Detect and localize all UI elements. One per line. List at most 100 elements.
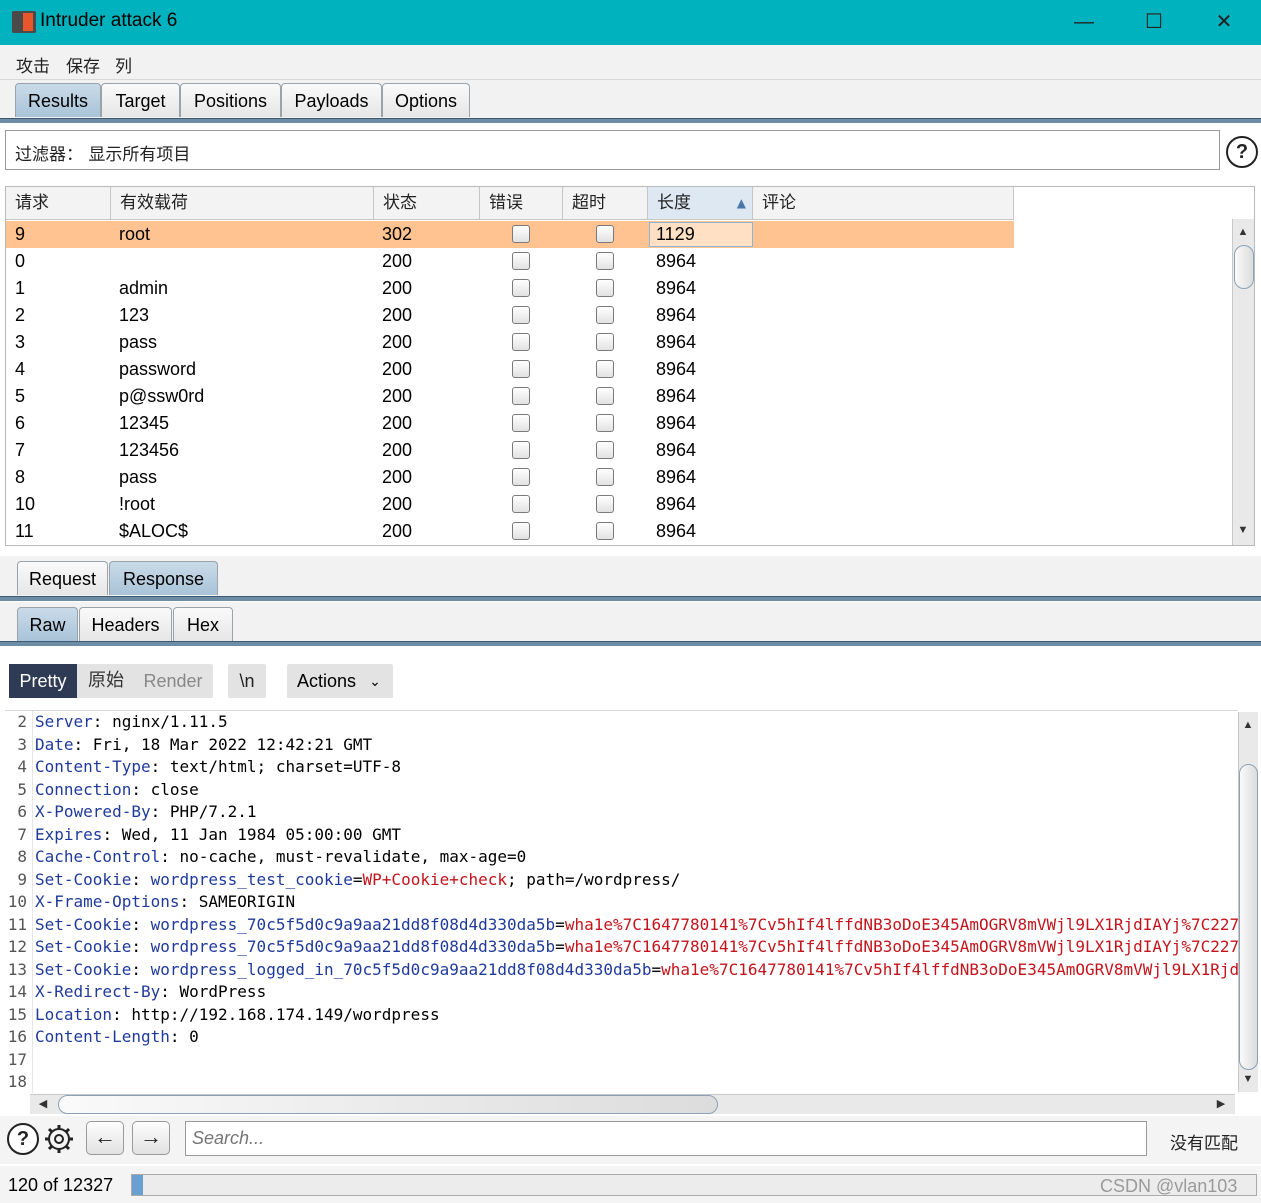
scroll-left-icon[interactable]: ◀ — [34, 1095, 52, 1113]
line-content: Server: nginx/1.11.5 — [35, 711, 228, 733]
newline-button[interactable]: \n — [228, 664, 266, 698]
column-header-payload[interactable]: 有效载荷 — [111, 187, 374, 219]
table-vertical-scrollbar[interactable]: ▲ ▼ — [1232, 219, 1254, 545]
table-row[interactable]: 5 p@ssw0rd 200 8964 — [6, 383, 1014, 410]
editor-scroll-down-icon[interactable]: ▼ — [1239, 1070, 1257, 1088]
header-name: Server — [35, 712, 93, 731]
header-name: Location — [35, 1004, 113, 1024]
timeout-checkbox[interactable] — [596, 414, 614, 432]
scroll-down-icon[interactable]: ▼ — [1234, 521, 1252, 539]
error-checkbox[interactable] — [512, 495, 530, 513]
timeout-checkbox[interactable] — [596, 279, 614, 297]
minimize-button[interactable]: — — [1064, 8, 1104, 38]
help-icon[interactable]: ? — [1226, 136, 1258, 168]
menu-attack[interactable]: 攻击 — [16, 52, 50, 77]
tab-options[interactable]: Options — [382, 83, 470, 117]
timeout-checkbox[interactable] — [596, 225, 614, 243]
timeout-checkbox[interactable] — [596, 306, 614, 324]
menu-save[interactable]: 保存 — [66, 52, 100, 77]
column-header-timeout[interactable]: 超时 — [563, 187, 648, 219]
timeout-checkbox[interactable] — [596, 387, 614, 405]
cookie-name: wordpress_test_cookie — [150, 869, 353, 889]
error-checkbox[interactable] — [512, 441, 530, 459]
column-header-request[interactable]: 请求 — [6, 187, 111, 219]
scroll-up-icon[interactable]: ▲ — [1234, 223, 1252, 241]
column-header-status[interactable]: 状态 — [374, 187, 480, 219]
tab-hex[interactable]: Hex — [173, 607, 233, 641]
search-field[interactable] — [185, 1121, 1147, 1156]
tab-headers[interactable]: Headers — [79, 607, 172, 641]
timeout-checkbox[interactable] — [596, 360, 614, 378]
error-checkbox[interactable] — [512, 468, 530, 486]
gear-icon[interactable] — [42, 1122, 76, 1156]
tab-response[interactable]: Response — [109, 561, 218, 595]
header-value: SAMEORIGIN — [198, 892, 296, 911]
error-checkbox[interactable] — [512, 522, 530, 540]
tab-results[interactable]: Results — [15, 83, 101, 117]
error-checkbox[interactable] — [512, 306, 530, 324]
table-row[interactable]: 2 123 200 8964 — [6, 302, 1014, 329]
maximize-button[interactable]: ☐ — [1134, 8, 1174, 38]
timeout-checkbox[interactable] — [596, 252, 614, 270]
table-row[interactable]: 6 12345 200 8964 — [6, 410, 1014, 437]
table-row[interactable]: 3 pass 200 8964 — [6, 329, 1014, 356]
editor-vertical-scrollbar[interactable]: ▲ ▼ — [1238, 712, 1258, 1092]
table-row[interactable]: 1 admin 200 8964 — [6, 275, 1014, 302]
filter-bar[interactable]: 过滤器： 显示所有项目 — [5, 130, 1220, 170]
error-checkbox[interactable] — [512, 333, 530, 351]
column-header-comment[interactable]: 评论 — [753, 187, 1014, 219]
table-row[interactable]: 0 200 8964 — [6, 248, 1014, 275]
error-checkbox[interactable] — [512, 414, 530, 432]
filter-label: 过滤器： 显示所有项目 — [15, 145, 191, 165]
tab-request[interactable]: Request — [17, 561, 108, 595]
results-table: 请求 有效载荷 状态 错误 超时 长度 ▲ 评论 9 root 302 1129 0 20… — [5, 186, 1255, 546]
previous-match-button[interactable]: ← — [86, 1121, 124, 1155]
column-header-length[interactable]: 长度 ▲ — [648, 187, 753, 219]
cell-request: 5 — [15, 386, 26, 406]
close-button[interactable]: ✕ — [1204, 8, 1244, 38]
search-input[interactable] — [186, 1122, 1134, 1155]
response-editor[interactable]: 2 Server: nginx/1.11.5 3 Date: Fri, 18 Mar … — [5, 710, 1238, 1093]
table-row[interactable]: 11 $ALOC$ 200 8964 — [6, 518, 1014, 545]
cell-payload: root — [119, 224, 151, 244]
cookie-value: wha1e%7C1647780141%7Cv5hIf4lffdNB3oDoE34… — [661, 959, 1238, 979]
tab-positions[interactable]: Positions — [180, 83, 281, 117]
format-toggle-group: Pretty 原始 Render — [9, 664, 213, 698]
table-scroll-thumb[interactable] — [1234, 245, 1254, 289]
raw-button[interactable]: 原始 — [79, 664, 133, 698]
timeout-checkbox[interactable] — [596, 522, 614, 540]
timeout-checkbox[interactable] — [596, 441, 614, 459]
editor-help-icon[interactable]: ? — [7, 1123, 39, 1155]
tab-target[interactable]: Target — [101, 83, 180, 117]
error-checkbox[interactable] — [512, 387, 530, 405]
tab-payloads[interactable]: Payloads — [281, 83, 382, 117]
cell-status: 200 — [382, 413, 413, 433]
error-checkbox[interactable] — [512, 360, 530, 378]
line-number: 6 — [17, 802, 27, 821]
table-row[interactable]: 7 123456 200 8964 — [6, 437, 1014, 464]
scroll-right-icon[interactable]: ▶ — [1212, 1095, 1230, 1113]
next-match-button[interactable]: → — [132, 1121, 170, 1155]
tab-raw[interactable]: Raw — [17, 607, 78, 641]
timeout-checkbox[interactable] — [596, 495, 614, 513]
column-header-error[interactable]: 错误 — [480, 187, 563, 219]
error-checkbox[interactable] — [512, 279, 530, 297]
editor-horizontal-scrollbar[interactable]: ◀ ▶ — [30, 1094, 1235, 1114]
actions-menu[interactable]: Actions ⌄ — [287, 664, 393, 698]
cell-request: 7 — [15, 440, 26, 460]
table-row[interactable]: 8 pass 200 8964 — [6, 464, 1014, 491]
error-checkbox[interactable] — [512, 225, 530, 243]
horizontal-scroll-thumb[interactable] — [58, 1095, 718, 1114]
table-row[interactable]: 4 password 200 8964 — [6, 356, 1014, 383]
timeout-checkbox[interactable] — [596, 468, 614, 486]
menu-columns[interactable]: 列 — [115, 52, 132, 77]
table-row[interactable]: 9 root 302 1129 — [6, 221, 1014, 248]
table-row[interactable]: 10 !root 200 8964 — [6, 491, 1014, 518]
render-button[interactable]: Render — [135, 664, 211, 698]
cookie-name: wordpress_70c5f5d0c9a9aa21dd8f08d4d330da… — [150, 937, 556, 956]
timeout-checkbox[interactable] — [596, 333, 614, 351]
editor-scroll-up-icon[interactable]: ▲ — [1239, 716, 1257, 734]
error-checkbox[interactable] — [512, 252, 530, 270]
editor-scroll-thumb[interactable] — [1239, 764, 1258, 1070]
pretty-button[interactable]: Pretty — [9, 664, 77, 698]
